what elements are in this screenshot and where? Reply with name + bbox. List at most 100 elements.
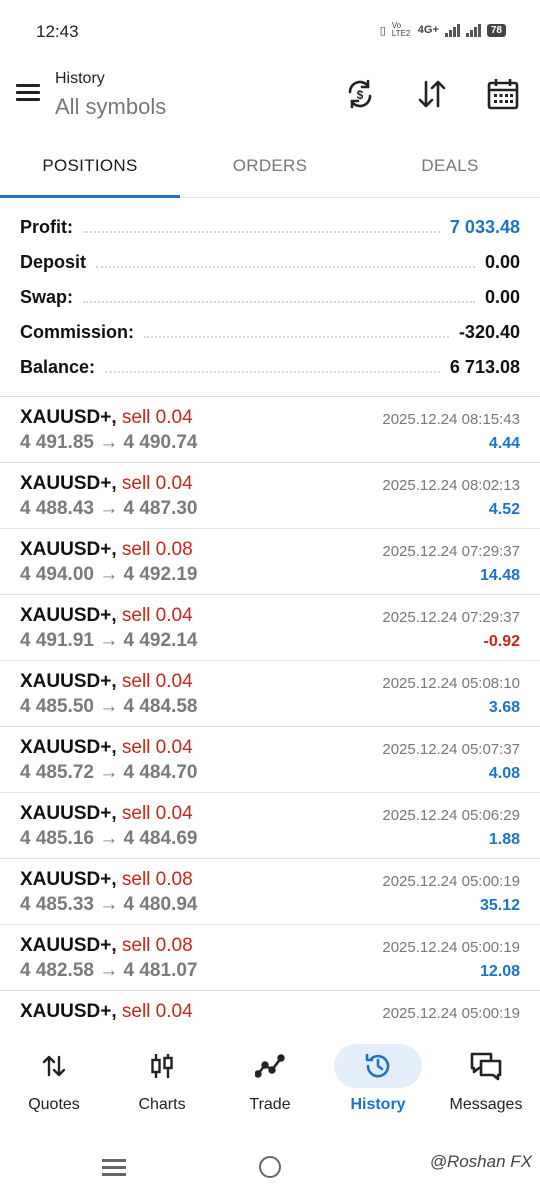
- trade-date: 2025.12.24 07:29:37: [382, 543, 520, 560]
- table-row[interactable]: XAUUSD+, sell 0.04 4 488.43 → 4 487.30 2…: [0, 463, 540, 529]
- recent-apps-icon[interactable]: [102, 1159, 126, 1177]
- trade-symbol: XAUUSD+,: [20, 869, 117, 890]
- bottom-navigation: Quotes Charts Trade History Messages: [0, 1030, 540, 1130]
- nav-label: History: [350, 1096, 406, 1113]
- trade-side: sell 0.04: [121, 1001, 193, 1022]
- table-row[interactable]: XAUUSD+, sell 0.08 4 485.33 → 4 480.94 2…: [0, 859, 540, 925]
- menu-icon[interactable]: [16, 84, 40, 102]
- tab-positions[interactable]: POSITIONS: [0, 140, 180, 198]
- watermark: @Roshan FX: [429, 1152, 532, 1171]
- trade-symbol: XAUUSD+,: [20, 605, 117, 626]
- trade-prices: 4 491.91 → 4 492.14: [20, 630, 198, 651]
- status-bar: 12:43 ▯ Vo LTE2 4G+ 78: [0, 0, 540, 62]
- trade-symbol: XAUUSD+,: [20, 935, 117, 956]
- trade-side: sell 0.04: [121, 473, 193, 494]
- trade-profit: 4.52: [488, 501, 520, 518]
- status-time: 12:43: [36, 22, 79, 41]
- deposit-label: Deposit: [20, 252, 87, 272]
- app-header: History All symbols $: [0, 62, 540, 130]
- nav-trade[interactable]: Trade: [216, 1030, 324, 1130]
- trade-symbol: XAUUSD+,: [20, 473, 117, 494]
- trade-profit: 14.48: [479, 567, 520, 584]
- svg-text:$: $: [357, 88, 364, 102]
- page-title: History: [55, 70, 105, 87]
- nav-label: Messages: [449, 1096, 523, 1113]
- trade-prices: 4 482.58 → 4 481.07: [20, 960, 198, 981]
- sort-icon[interactable]: [414, 76, 450, 112]
- positions-list[interactable]: XAUUSD+, sell 0.04 4 491.85 → 4 490.74 2…: [0, 397, 540, 1022]
- trade-line-icon: [250, 1048, 290, 1084]
- trade-side: sell 0.08: [121, 539, 193, 560]
- network-label: 4G+: [417, 24, 439, 36]
- leader-dots: [105, 370, 440, 373]
- leader-dots: [83, 230, 440, 233]
- table-row[interactable]: XAUUSD+, sell 0.04 4 485.50 → 4 484.58 2…: [0, 661, 540, 727]
- trade-side: sell 0.04: [121, 737, 193, 758]
- table-row[interactable]: XAUUSD+, sell 0.08 4 482.58 → 4 481.07 2…: [0, 925, 540, 991]
- trade-prices: 4 485.72 → 4 484.70: [20, 762, 198, 783]
- nav-label: Trade: [249, 1096, 291, 1113]
- volte-label: Vo LTE2: [391, 21, 411, 38]
- trade-profit: 4.44: [488, 435, 520, 452]
- nav-charts[interactable]: Charts: [108, 1030, 216, 1130]
- commission-value: -320.40: [458, 322, 520, 342]
- tab-orders[interactable]: ORDERS: [180, 140, 360, 197]
- trade-side: sell 0.04: [121, 407, 193, 428]
- table-row[interactable]: XAUUSD+, sell 0.04 4 485.16 → 4 484.69 2…: [0, 793, 540, 859]
- trade-date: 2025.12.24 05:00:19: [382, 939, 520, 956]
- nav-label: Charts: [138, 1096, 186, 1113]
- trade-date: 2025.12.24 08:02:13: [382, 477, 520, 494]
- swap-value: 0.00: [484, 287, 520, 307]
- profit-value: 7 033.48: [449, 217, 520, 237]
- trade-date: 2025.12.24 05:06:29: [382, 807, 520, 824]
- nav-label: Quotes: [28, 1096, 80, 1113]
- trade-prices: 4 485.50 → 4 484.58: [20, 696, 198, 717]
- summary-profit-row: Profit: 7 033.48: [0, 210, 540, 245]
- trade-date: 2025.12.24 08:15:43: [382, 411, 520, 428]
- vibrate-icon: ▯: [379, 24, 386, 37]
- leader-dots: [144, 335, 449, 338]
- nav-quotes[interactable]: Quotes: [0, 1030, 108, 1130]
- trade-side: sell 0.08: [121, 935, 193, 956]
- trade-symbol: XAUUSD+,: [20, 1001, 117, 1022]
- trade-profit: 3.68: [488, 699, 520, 716]
- sync-currency-icon[interactable]: $: [342, 76, 378, 112]
- table-row[interactable]: XAUUSD+, sell 0.08 4 494.00 → 4 492.19 2…: [0, 529, 540, 595]
- calendar-icon[interactable]: [485, 76, 521, 112]
- trade-prices: 4 485.33 → 4 480.94: [20, 894, 198, 915]
- trade-profit: 4.08: [488, 765, 520, 782]
- nav-messages[interactable]: Messages: [432, 1030, 540, 1130]
- trade-symbol: XAUUSD+,: [20, 407, 117, 428]
- swap-label: Swap:: [20, 287, 74, 307]
- tab-deals[interactable]: DEALS: [360, 140, 540, 197]
- table-row[interactable]: XAUUSD+, sell 0.04 4 485.72 → 4 484.70 2…: [0, 727, 540, 793]
- trade-prices: 4 485.16 → 4 484.69: [20, 828, 198, 849]
- summary-commission-row: Commission: -320.40: [0, 315, 540, 350]
- trade-date: 2025.12.24 05:00:19: [382, 873, 520, 890]
- candlestick-icon: [142, 1048, 182, 1084]
- summary-swap-row: Swap: 0.00: [0, 280, 540, 315]
- history-clock-icon: [358, 1048, 398, 1084]
- trade-side: sell 0.04: [121, 605, 193, 626]
- deposit-value: 0.00: [484, 252, 520, 272]
- trade-date: 2025.12.24 05:00:19: [382, 1005, 520, 1022]
- trade-side: sell 0.08: [121, 869, 193, 890]
- table-row[interactable]: XAUUSD+, sell 0.04 4 491.85 → 4 490.74 2…: [0, 397, 540, 463]
- trade-profit: 35.12: [479, 897, 520, 914]
- signal-icon-2: [465, 23, 481, 37]
- quotes-arrows-icon: [34, 1048, 74, 1084]
- symbol-filter[interactable]: All symbols: [55, 94, 166, 120]
- messages-icon: [466, 1048, 506, 1084]
- summary-balance-row: Balance: 6 713.08: [0, 350, 540, 385]
- nav-history[interactable]: History: [324, 1030, 432, 1130]
- table-row[interactable]: XAUUSD+, sell 0.04 4 491.91 → 4 492.14 2…: [0, 595, 540, 661]
- summary-deposit-row: Deposit 0.00: [0, 245, 540, 280]
- signal-icon: [444, 23, 460, 37]
- leader-dots: [96, 265, 475, 268]
- trade-side: sell 0.04: [121, 803, 193, 824]
- status-icons: ▯ Vo LTE2 4G+ 78: [380, 22, 506, 38]
- history-tabs: POSITIONS ORDERS DEALS: [0, 140, 540, 198]
- home-icon[interactable]: [259, 1156, 281, 1178]
- table-row[interactable]: XAUUSD+, sell 0.04 2025.12.24 05:00:19: [0, 991, 540, 1022]
- trade-date: 2025.12.24 05:07:37: [382, 741, 520, 758]
